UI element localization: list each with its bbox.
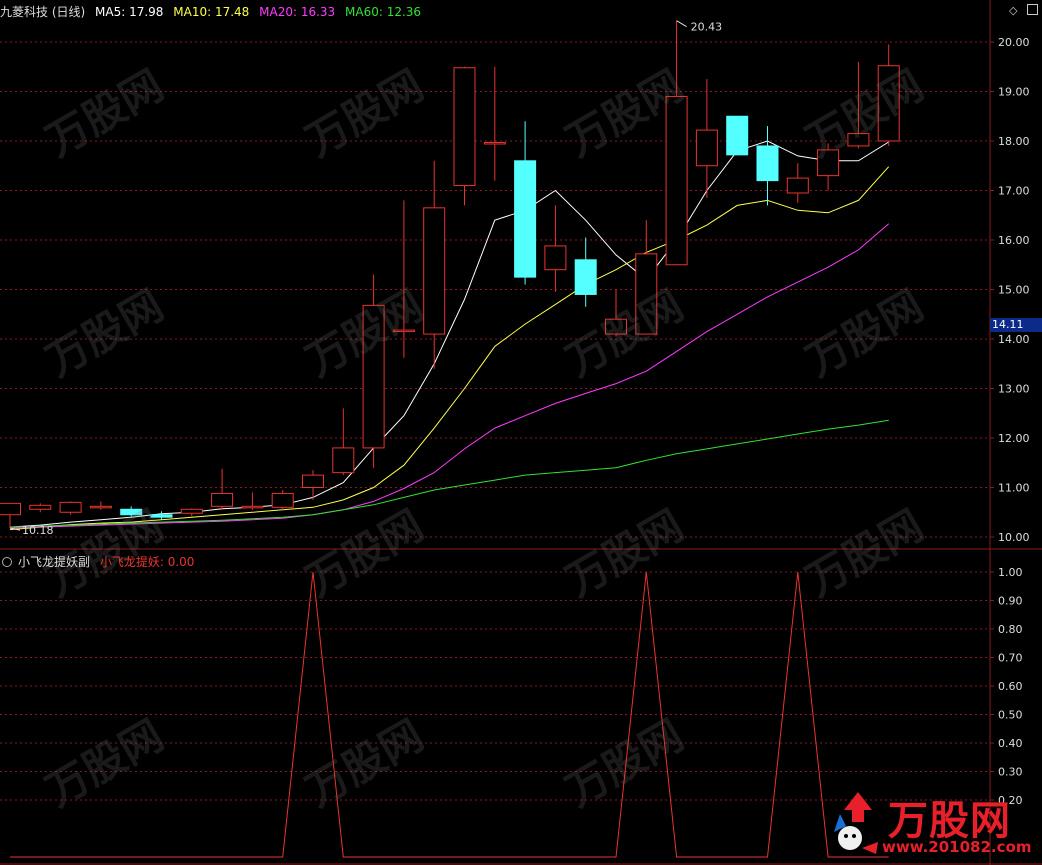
main-y-tick-label: 16.00: [998, 234, 1030, 247]
candle-body-down: [120, 508, 143, 516]
candle-body-up: [786, 177, 809, 194]
candle-body-up: [89, 505, 112, 509]
candle-body-up: [483, 141, 506, 145]
sub-y-tick-label: 0.30: [998, 766, 1023, 779]
main-y-tick-label: 13.00: [998, 383, 1030, 396]
chart-stage: 10.00 11.00 12.00 13.00 14.00 15.00 16.00 17.00…: [0, 0, 1042, 865]
ma20-line: [9, 223, 890, 529]
logo-url-text: www.201082.com: [882, 838, 1032, 856]
candle-body-up: [211, 492, 234, 507]
sub-y-tick-label: 0.70: [998, 652, 1023, 665]
candle-body-up: [877, 65, 900, 142]
candle-body-down: [726, 115, 749, 156]
candle-body-up: [59, 501, 82, 513]
current-price-tag: 14.11: [990, 318, 1042, 332]
main-y-tick-label: 20.00: [998, 36, 1030, 49]
candle-body-down: [150, 514, 173, 518]
candle-body-up: [605, 318, 627, 335]
low-marker-label: 10.18: [22, 524, 54, 537]
sub-y-tick-label: 1.00: [998, 566, 1023, 579]
candle-body-up: [362, 304, 385, 449]
diamond-icon[interactable]: ◇: [1009, 4, 1017, 17]
main-y-tick-label: 17.00: [998, 185, 1030, 198]
candle-body-up: [302, 474, 324, 488]
candle-body-up: [847, 133, 870, 147]
candle-body-up: [241, 505, 264, 509]
ma60-legend: MA60: 12.36: [345, 5, 422, 19]
candle-body-up: [453, 67, 476, 187]
candle-body-up: [29, 504, 52, 510]
sub-y-tick-label: 0.90: [998, 595, 1023, 608]
window-controls: ◇: [1003, 4, 1038, 17]
ma10-line: [9, 166, 890, 531]
main-chart-header: 九菱科技 (日线) MA5: 17.98 MA10: 17.48 MA20: 1…: [0, 3, 427, 20]
main-y-tick-label: 11.00: [998, 482, 1030, 495]
candle-body-up: [0, 502, 21, 516]
ma5-legend: MA5: 17.98: [95, 5, 164, 19]
indicator-toggle-icon[interactable]: [2, 557, 12, 567]
candle-body-down: [514, 160, 537, 278]
maximize-icon[interactable]: [1027, 4, 1038, 15]
indicator-value-legend: 小飞龙提妖: 0.00: [99, 555, 195, 569]
candle-body-up: [423, 207, 446, 335]
candle-body-up: [332, 447, 355, 474]
main-y-tick-label: 10.00: [998, 531, 1030, 544]
sub-y-tick-label: 0.40: [998, 737, 1023, 750]
sub-chart-header: 小飞龙提妖副 小飞龙提妖: 0.00: [2, 553, 200, 570]
candle-body-up: [635, 253, 658, 335]
indicator-title[interactable]: 小飞龙提妖副: [18, 555, 90, 569]
logo-mascot-icon: [834, 792, 878, 854]
sub-y-tick-label: 0.50: [998, 709, 1023, 722]
candle-body-up: [392, 329, 415, 333]
ma20-legend: MA20: 16.33: [259, 5, 336, 19]
main-y-tick-label: 15.00: [998, 284, 1030, 297]
main-y-tick-label: 12.00: [998, 432, 1030, 445]
high-marker-label: 20.43: [691, 21, 723, 34]
ma5-line: [9, 140, 889, 528]
main-y-tick-label: 19.00: [998, 86, 1030, 99]
candle-body-up: [544, 245, 567, 271]
candle-body-down: [756, 145, 779, 182]
ma10-legend: MA10: 17.48: [173, 5, 250, 19]
sub-y-tick-label: 0.60: [998, 680, 1023, 693]
candle-body-up: [665, 95, 688, 266]
candle-body-up: [817, 149, 840, 177]
stock-title[interactable]: 九菱科技 (日线): [0, 5, 85, 19]
site-logo: 万股网 www.201082.com: [832, 788, 1037, 862]
main-y-tick-label: 14.00: [998, 333, 1030, 346]
sub-y-tick-label: 0.80: [998, 623, 1023, 636]
candle-body-up: [271, 492, 294, 508]
main-y-tick-label: 18.00: [998, 135, 1030, 148]
candle-body-down: [574, 259, 597, 295]
candle-body-up: [180, 508, 203, 514]
candle-body-up: [695, 129, 718, 167]
high-marker-pointer: [676, 20, 687, 28]
